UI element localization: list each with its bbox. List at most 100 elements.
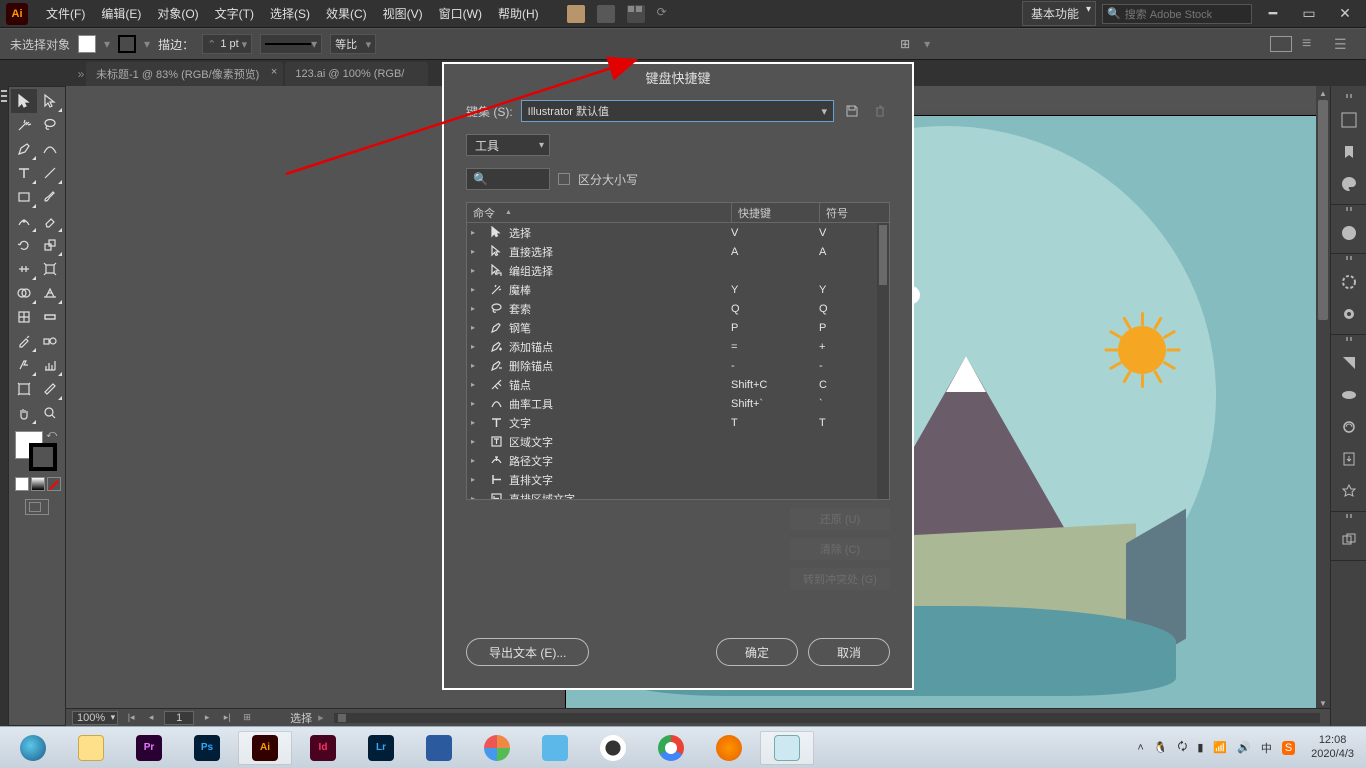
artboard-number[interactable]: 1	[164, 711, 194, 725]
menu-item[interactable]: 帮助(H)	[490, 5, 547, 22]
artboard-tool[interactable]	[11, 377, 37, 401]
zoom-tool[interactable]	[37, 401, 63, 425]
libraries-panel-icon[interactable]	[1331, 136, 1366, 168]
taskbar-notepad[interactable]	[760, 731, 814, 765]
shortcut-row[interactable]: 魔棒YY	[467, 280, 889, 299]
shortcut-row[interactable]: 编组选择	[467, 261, 889, 280]
asset-export-icon[interactable]	[1331, 443, 1366, 475]
menu-item[interactable]: 视图(V)	[375, 5, 431, 22]
cc-panel-icon[interactable]	[1331, 217, 1366, 249]
appearance-panel-icon[interactable]	[1331, 379, 1366, 411]
minimize-button[interactable]: ━	[1258, 4, 1288, 24]
stroke-style-select[interactable]: ▾	[260, 34, 322, 54]
taskbar-chrome[interactable]	[644, 731, 698, 765]
taskbar-app1[interactable]	[412, 731, 466, 765]
document-tab-2[interactable]: 123.ai @ 100% (RGB/	[285, 62, 428, 86]
bridge-icon[interactable]	[567, 5, 585, 23]
none-mode-btn[interactable]	[47, 477, 61, 491]
align-icon[interactable]: ⊞	[894, 35, 916, 53]
mesh-tool[interactable]	[11, 305, 37, 329]
type-tool[interactable]	[11, 161, 37, 185]
menu-item[interactable]: 文件(F)	[38, 5, 93, 22]
taskbar-indesign[interactable]: Id	[296, 731, 350, 765]
close-icon[interactable]: ×	[271, 66, 277, 78]
brushes-panel-icon[interactable]	[1331, 298, 1366, 330]
tray-expand-icon[interactable]: ˄	[1137, 742, 1143, 754]
col-shortcut[interactable]: 快捷键	[731, 203, 819, 222]
blend-tool[interactable]	[37, 329, 63, 353]
rotate-tool[interactable]	[11, 233, 37, 257]
search-stock-input[interactable]: 🔍 搜索 Adobe Stock	[1102, 4, 1252, 24]
taskbar-firefox[interactable]	[702, 731, 756, 765]
shortcut-row[interactable]: 文字TT	[467, 413, 889, 432]
rectangle-tool[interactable]	[11, 185, 37, 209]
graph-tool[interactable]	[37, 353, 63, 377]
direct-selection-tool[interactable]	[37, 89, 63, 113]
menu-item[interactable]: 编辑(E)	[93, 5, 149, 22]
selection-tool[interactable]	[11, 89, 37, 113]
shortcut-row[interactable]: 删除锚点--	[467, 356, 889, 375]
tray-ime-icon[interactable]: 中	[1261, 740, 1272, 756]
close-button[interactable]: ✕	[1330, 4, 1360, 24]
eyedropper-tool[interactable]	[11, 329, 37, 353]
stroke-panel-icon[interactable]	[1331, 524, 1366, 556]
magic-wand-tool[interactable]	[11, 113, 37, 137]
shortcut-row[interactable]: 直接选择AA	[467, 242, 889, 261]
document-tab-1[interactable]: 未标题-1 @ 83% (RGB/像素预览)×	[86, 62, 283, 86]
perspective-tool[interactable]	[37, 281, 63, 305]
taskbar-lightroom[interactable]: Lr	[354, 731, 408, 765]
workspace-switcher[interactable]: 基本功能	[1022, 1, 1096, 26]
taskbar-premiere[interactable]: Pr	[122, 731, 176, 765]
shortcut-row[interactable]: 锚点Shift+CC	[467, 375, 889, 394]
layers-panel-icon[interactable]	[1331, 347, 1366, 379]
tray-wifi-icon[interactable]: 📶	[1213, 741, 1227, 754]
symbol-sprayer-tool[interactable]	[11, 353, 37, 377]
hand-tool[interactable]	[11, 401, 37, 425]
lasso-tool[interactable]	[37, 113, 63, 137]
taskbar-photoshop[interactable]: Ps	[180, 731, 234, 765]
free-transform-tool[interactable]	[37, 257, 63, 281]
zoom-select[interactable]: 100%	[72, 711, 118, 725]
menu-item[interactable]: 文字(T)	[207, 5, 262, 22]
last-artboard-btn[interactable]: ▸|	[220, 712, 234, 724]
first-artboard-btn[interactable]: |◂	[124, 712, 138, 724]
scale-tool[interactable]	[37, 233, 63, 257]
fill-stroke-swatches[interactable]: ⤺	[11, 429, 63, 475]
ok-button[interactable]: 确定	[716, 638, 798, 666]
stroke-swatch[interactable]	[118, 35, 136, 53]
shortcut-row[interactable]: 区域文字	[467, 432, 889, 451]
tray-volume-icon[interactable]: 🔊	[1237, 741, 1251, 754]
prefs-icon[interactable]	[1302, 36, 1324, 52]
shape-builder-tool[interactable]	[11, 281, 37, 305]
menu-item[interactable]: 窗口(W)	[431, 5, 490, 22]
cancel-button[interactable]: 取消	[808, 638, 890, 666]
menu-item[interactable]: 选择(S)	[262, 5, 318, 22]
gradient-mode-btn[interactable]	[31, 477, 45, 491]
menu-item[interactable]: 效果(C)	[318, 5, 375, 22]
taskbar-app3[interactable]	[528, 731, 582, 765]
taskbar-illustrator[interactable]: Ai	[238, 731, 292, 765]
prev-artboard-btn[interactable]: ◂	[144, 712, 158, 724]
match-case-checkbox[interactable]	[558, 173, 570, 185]
symbols-panel-icon[interactable]	[1331, 475, 1366, 507]
artboard-nav-btn[interactable]: ⊞	[240, 712, 254, 724]
variable-width-select[interactable]: 等比▾	[330, 34, 376, 54]
category-select[interactable]: 工具	[466, 134, 550, 156]
restore-button[interactable]: ▭	[1294, 4, 1324, 24]
tray-sync-icon[interactable]: 🗘	[1178, 738, 1188, 757]
tab-expand-icon[interactable]: »	[76, 62, 86, 86]
graphic-styles-icon[interactable]	[1331, 411, 1366, 443]
pen-tool[interactable]	[11, 137, 37, 161]
tray-qq-icon[interactable]: 🐧	[1154, 741, 1168, 754]
shortcut-row[interactable]: 直排区域文字	[467, 489, 889, 499]
stroke-color[interactable]	[29, 443, 57, 471]
shortcut-row[interactable]: 套索QQ	[467, 299, 889, 318]
stroke-weight-input[interactable]: ⌃1 pt▾	[202, 34, 252, 54]
color-panel-icon[interactable]	[1331, 168, 1366, 200]
properties-panel-icon[interactable]	[1331, 104, 1366, 136]
clock[interactable]: 12:08 2020/4/3	[1305, 734, 1360, 760]
curvature-tool[interactable]	[37, 137, 63, 161]
save-keyset-icon[interactable]	[842, 101, 862, 121]
eraser-tool[interactable]	[37, 209, 63, 233]
shortcut-row[interactable]: 曲率工具Shift+``	[467, 394, 889, 413]
